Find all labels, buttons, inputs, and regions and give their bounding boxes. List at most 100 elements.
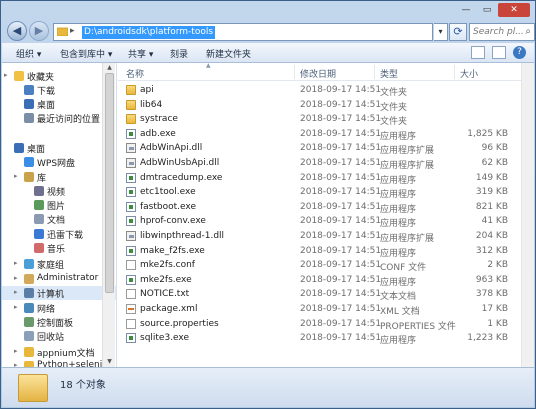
sidebar-item[interactable]: 桌面 [2,97,116,111]
folder-icon [126,99,136,110]
forward-button[interactable]: ▶ [29,21,49,41]
sidebar-item[interactable]: ▸ 收藏夹 [2,69,116,83]
search-box[interactable]: Search pl... ⌕ [469,23,535,41]
sidebar-item[interactable]: 音乐 [2,241,116,255]
file-row[interactable]: AdbWinApi.dll 2018-09-17 14:51 应用程序扩展 96 KB [118,141,518,156]
sidebar-item[interactable]: ▸ Python+seleniu [2,359,116,367]
file-row[interactable]: NOTICE.txt 2018-09-17 14:51 文本文档 378 KB [118,287,518,302]
file-row[interactable]: hprof-conv.exe 2018-09-17 14:51 应用程序 41 KB [118,214,518,229]
column-header: ▲ 名称 修改日期 类型 大小 [118,62,534,81]
preview-pane-icon[interactable] [492,46,507,59]
file-size: 204 KB [475,231,508,241]
back-button[interactable]: ◀ [7,21,27,41]
file-row[interactable]: mke2fs.exe 2018-09-17 14:51 应用程序 963 KB [118,273,518,288]
file-row[interactable]: lib64 2018-09-17 14:51 文件夹 [118,98,518,113]
sidebar-item-label: WPS网盘 [37,159,76,169]
dll-icon [126,143,136,154]
file-date: 2018-09-17 14:51 [300,187,382,198]
file-list-scrollbar[interactable] [521,63,534,367]
expand-arrow-icon[interactable]: ▸ [4,71,8,79]
column-date[interactable]: 修改日期 [300,67,336,80]
file-row[interactable]: api 2018-09-17 14:51 文件夹 [118,83,518,98]
file-type: 应用程序扩展 [380,161,435,171]
file-type: 应用程序 [380,277,417,288]
file-name: hprof-conv.exe [140,216,206,227]
file-row[interactable]: source.properties 2018-09-17 14:51 PROPERT… [118,317,518,332]
new-folder-button[interactable]: 新建文件夹 [206,47,251,60]
scroll-down-icon[interactable]: ▼ [103,357,116,367]
sidebar-item[interactable]: 下载 [2,83,116,97]
sidebar-item[interactable]: 最近访问的位置 [2,111,116,125]
file-row[interactable]: systrace 2018-09-17 14:51 文件夹 [118,112,518,127]
file-row[interactable]: dmtracedump.exe 2018-09-17 14:51 应用程序 149 K… [118,171,518,186]
expand-arrow-icon[interactable]: ▸ [14,288,18,296]
file-size: 96 KB [481,143,508,154]
column-name[interactable]: 名称 [126,67,144,80]
file-date: 2018-09-17 14:51 [300,201,382,212]
sidebar-item[interactable]: 图片 [2,198,116,212]
file-row[interactable]: package.xml 2018-09-17 14:51 XML 文档 17 KB [118,302,518,317]
minimize-button[interactable]: — [456,3,476,17]
burn-button[interactable]: 刻录 [170,47,188,60]
share-button[interactable]: 共享 ▾ [128,47,153,60]
file-date: 2018-09-17 14:51 [300,318,382,329]
address-path[interactable]: D:\androidsdk\platform-tools [82,26,216,39]
sidebar-item[interactable]: ▸ 库 [2,170,116,184]
file-type: 应用程序 [380,336,417,347]
file-name: mke2fs.exe [140,274,192,285]
include-in-library-button[interactable]: 包含到库中 ▾ [60,47,112,60]
file-row[interactable]: libwinpthread-1.dll 2018-09-17 14:51 应用程序扩… [118,229,518,244]
sidebar-item[interactable]: ▸ 家庭组 [2,257,116,271]
folder-icon [56,27,69,39]
expand-arrow-icon[interactable]: ▸ [14,303,18,311]
maximize-button[interactable]: ▭ [477,3,497,17]
organize-button[interactable]: 组织 ▾ [16,47,41,60]
column-size[interactable]: 大小 [460,67,478,80]
sidebar-item[interactable]: 桌面 [2,141,116,155]
file-date: 2018-09-17 14:51 [300,114,382,125]
sidebar-item[interactable]: ▸ appnium文档 [2,345,116,359]
sidebar-item[interactable]: 文档 [2,212,116,226]
search-input[interactable]: Search pl... [473,27,524,37]
sidebar-item[interactable]: 回收站 [2,329,116,343]
file-row[interactable]: adb.exe 2018-09-17 14:51 应用程序 1,825 KB [118,127,518,142]
exe-icon [126,216,136,227]
expand-arrow-icon[interactable]: ▸ [14,259,18,267]
download-icon [24,85,34,95]
sidebar-scrollbar[interactable]: ▲ ▼ [102,63,115,367]
file-row[interactable]: AdbWinUsbApi.dll 2018-09-17 14:51 应用程序扩展 62… [118,156,518,171]
file-date: 2018-09-17 14:51 [300,158,382,168]
file-name: source.properties [140,318,219,329]
dll-icon [126,231,136,241]
refresh-button[interactable]: ⟳ [449,23,467,41]
view-options-icon[interactable] [471,46,486,59]
object-count: 18 个对象 [60,380,106,391]
expand-arrow-icon[interactable]: ▸ [14,172,18,180]
file-row[interactable]: make_f2fs.exe 2018-09-17 14:51 应用程序 312 KB [118,244,518,259]
file-name: systrace [140,114,178,125]
file-row[interactable]: fastboot.exe 2018-09-17 14:51 应用程序 821 KB [118,200,518,215]
file-size: 1,223 KB [467,333,508,344]
sidebar-item[interactable]: 控制面板 [2,315,116,329]
address-dropdown-button[interactable]: ▾ [434,23,448,41]
expand-arrow-icon[interactable]: ▸ [14,274,18,282]
address-bar[interactable]: ▸ D:\androidsdk\platform-tools [53,23,433,41]
scroll-up-icon[interactable]: ▲ [103,63,116,73]
file-row[interactable]: sqlite3.exe 2018-09-17 14:51 应用程序 1,223 KB [118,331,518,346]
sidebar-item[interactable]: 迅雷下载 [2,227,116,241]
sidebar-item[interactable]: 视频 [2,184,116,198]
status-bar: 18 个对象 [2,367,534,407]
sidebar-scroll-thumb[interactable] [105,73,114,293]
search-icon[interactable]: ⌕ [525,26,531,37]
sidebar-item[interactable]: ▸ 网络 [2,301,116,315]
file-row[interactable]: etc1tool.exe 2018-09-17 14:51 应用程序 319 KB [118,185,518,200]
help-icon[interactable]: ? [513,46,526,59]
sidebar-item[interactable]: WPS网盘 [2,155,116,169]
sidebar-item[interactable]: ▸ 计算机 [2,286,116,300]
file-row[interactable]: mke2fs.conf 2018-09-17 14:51 CONF 文件 2 KB [118,258,518,273]
column-type[interactable]: 类型 [380,67,398,80]
folder-large-icon [18,374,48,402]
sidebar-item[interactable]: ▸ Administrator [2,272,116,286]
close-button[interactable]: ✕ [498,3,530,17]
expand-arrow-icon[interactable]: ▸ [14,347,18,355]
